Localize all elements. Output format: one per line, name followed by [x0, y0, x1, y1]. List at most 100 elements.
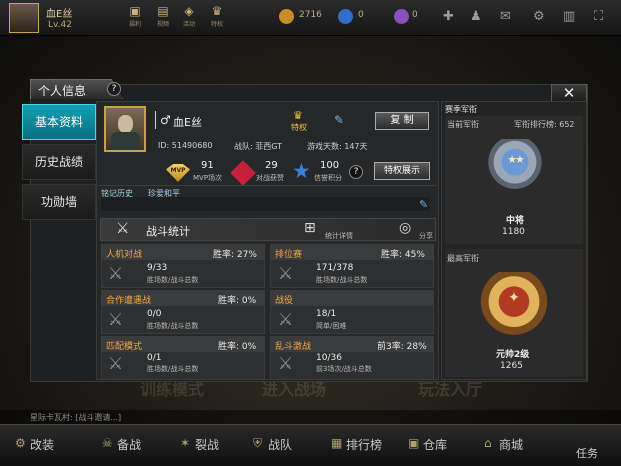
player-level: Lv.42: [48, 20, 72, 30]
likes-value: 29: [265, 160, 278, 171]
male-icon: ♂: [160, 113, 171, 127]
stats-detail-label[interactable]: 统计详情: [325, 231, 353, 241]
player-id: ID: 51490680: [158, 141, 213, 150]
profile-portrait[interactable]: [104, 106, 146, 152]
mail-icon[interactable]: ✉: [500, 9, 511, 24]
crossed-guns-icon: ⚔: [278, 310, 294, 330]
mode-name: 匹配模式: [106, 342, 143, 352]
mode-value: 0/0: [147, 309, 162, 319]
bottom-nav: [0, 424, 621, 466]
rank-section-title: 赛季军衔: [445, 105, 477, 114]
mode-sub: 胜场数/战斗总数: [147, 276, 199, 284]
stats-detail-icon[interactable]: ⊞: [304, 220, 316, 236]
share-label[interactable]: 分享: [419, 231, 433, 241]
task-button[interactable]: 任务: [576, 445, 598, 461]
shop-icon: ⌂: [484, 436, 492, 450]
voucher-value: 0: [412, 10, 418, 20]
player-name: 血E丝: [46, 9, 73, 20]
privilege-show-button[interactable]: 特权展示: [374, 162, 430, 180]
edit-signature-icon[interactable]: ✎: [419, 198, 428, 211]
diamond-icon: [338, 9, 353, 24]
privilege-label: 特权: [291, 123, 307, 132]
sidebar-item-medals[interactable]: 功勋墙: [22, 184, 96, 220]
mode-value: 10/36: [316, 353, 342, 363]
mode-sub: 胜场数/战斗总数: [147, 365, 199, 373]
nav-warehouse[interactable]: 仓库: [423, 436, 447, 453]
rifles-icon: ⚔: [116, 219, 130, 237]
mode-rate: 胜率: 0%: [218, 296, 257, 306]
nav-shop[interactable]: 商城: [499, 436, 523, 453]
nav-clan[interactable]: 战队: [268, 436, 292, 453]
settings-icon[interactable]: ⚙: [533, 9, 545, 24]
likes-label: 对战获赞: [256, 174, 284, 182]
prepare-icon: ☠: [102, 436, 113, 450]
credit-value: 100: [320, 160, 340, 171]
crossed-guns-icon: ⚔: [278, 264, 294, 284]
team-icon[interactable]: ▥: [563, 9, 575, 24]
mvp-value: 91: [201, 160, 214, 171]
profile-name: 血E丝: [173, 116, 202, 129]
mode-name: 排位赛: [275, 250, 303, 260]
highest-rank-medal-icon: ✦: [474, 272, 554, 346]
highest-rank-label: 最高军衔: [447, 254, 479, 263]
mode-value: 18/1: [316, 309, 337, 319]
credit-help-icon[interactable]: ?: [349, 165, 363, 179]
sidebar-item-history[interactable]: 历史战绩: [22, 144, 96, 180]
gold-value: 2716: [299, 10, 322, 20]
mode-sub: 胜场数/战斗总数: [147, 322, 199, 330]
mode-name: 合作遭遇战: [106, 296, 152, 306]
fullscreen-icon[interactable]: ⛶: [594, 9, 603, 24]
vip-icon[interactable]: ♛ 特权: [206, 4, 228, 28]
nav-battle[interactable]: 裂战: [195, 436, 219, 453]
battle-icon: ✶: [180, 436, 191, 450]
sidebar-item-basic-info[interactable]: 基本资料: [22, 104, 96, 140]
play-days: 游戏天数: 147天: [307, 142, 368, 151]
nav-leaderboard[interactable]: 排行榜: [346, 436, 382, 453]
rank-leaderboard[interactable]: 军衔排行榜: 652: [514, 119, 575, 130]
player-avatar[interactable]: [9, 3, 39, 33]
welfare-icon[interactable]: ▣ 福利: [124, 4, 146, 28]
edit-name-icon[interactable]: ✎: [334, 113, 344, 127]
highest-rank-points: 1265: [500, 361, 523, 371]
credit-star-icon: ★: [292, 159, 311, 183]
mode-rate: 胜率: 45%: [381, 250, 425, 260]
mode-name: 人机对战: [106, 250, 143, 260]
battle-stats-title: 战斗统计: [146, 225, 190, 238]
add-icon[interactable]: ✚: [443, 9, 454, 24]
mode-rate: 胜率: 0%: [218, 342, 257, 352]
leaderboard-icon: ▦: [331, 436, 343, 450]
help-icon[interactable]: ?: [107, 82, 121, 96]
friends-icon[interactable]: ♟: [470, 9, 482, 24]
nav-prepare[interactable]: 备战: [117, 436, 141, 453]
mode-rate: 前3率: 28%: [377, 342, 427, 352]
event-icon[interactable]: ◈ 活动: [178, 4, 200, 28]
portrait-body: [111, 132, 140, 150]
copy-button[interactable]: 复 制: [375, 112, 429, 130]
signature-field[interactable]: [101, 197, 429, 211]
mode-name: 战役: [275, 296, 294, 306]
video-icon[interactable]: ▤ 视频: [152, 4, 174, 28]
nav-modify[interactable]: 改装: [30, 436, 54, 453]
warehouse-icon: ▣: [408, 436, 420, 450]
current-rank-label: 当前军衔: [447, 120, 479, 129]
highest-rank-name: 元帅2级: [496, 350, 530, 360]
mode-rate: 胜率: 27%: [213, 250, 257, 260]
mode-value: 171/378: [316, 263, 354, 273]
modify-icon: ⚙: [15, 436, 26, 450]
crossed-guns-icon: ⚔: [108, 354, 124, 374]
current-rank-medal-icon: ★★: [488, 139, 542, 197]
share-icon[interactable]: ◎: [399, 220, 411, 236]
section-divider: [98, 185, 437, 186]
voucher-icon: [394, 9, 409, 24]
chat-message: 星际卡瓦村: [战斗邀请...]: [30, 413, 122, 422]
crossed-guns-icon: ⚔: [108, 310, 124, 330]
mode-value: 0/1: [147, 353, 162, 363]
mode-card-campaign[interactable]: [270, 290, 434, 334]
mode-value: 9/33: [147, 263, 168, 273]
panel-title: 个人信息: [38, 84, 87, 98]
game-screen: 血E丝 Lv.42 ▣ 福利 ▤ 视频 ◈ 活动 ♛ 特权 2716 0 0 ✚ ♟ ✉…: [0, 0, 621, 466]
mvp-label: MVP场次: [193, 174, 223, 182]
diamond-value: 0: [358, 10, 364, 20]
crossed-guns-icon: ⚔: [278, 354, 294, 374]
current-rank-name: 中将: [506, 216, 525, 226]
